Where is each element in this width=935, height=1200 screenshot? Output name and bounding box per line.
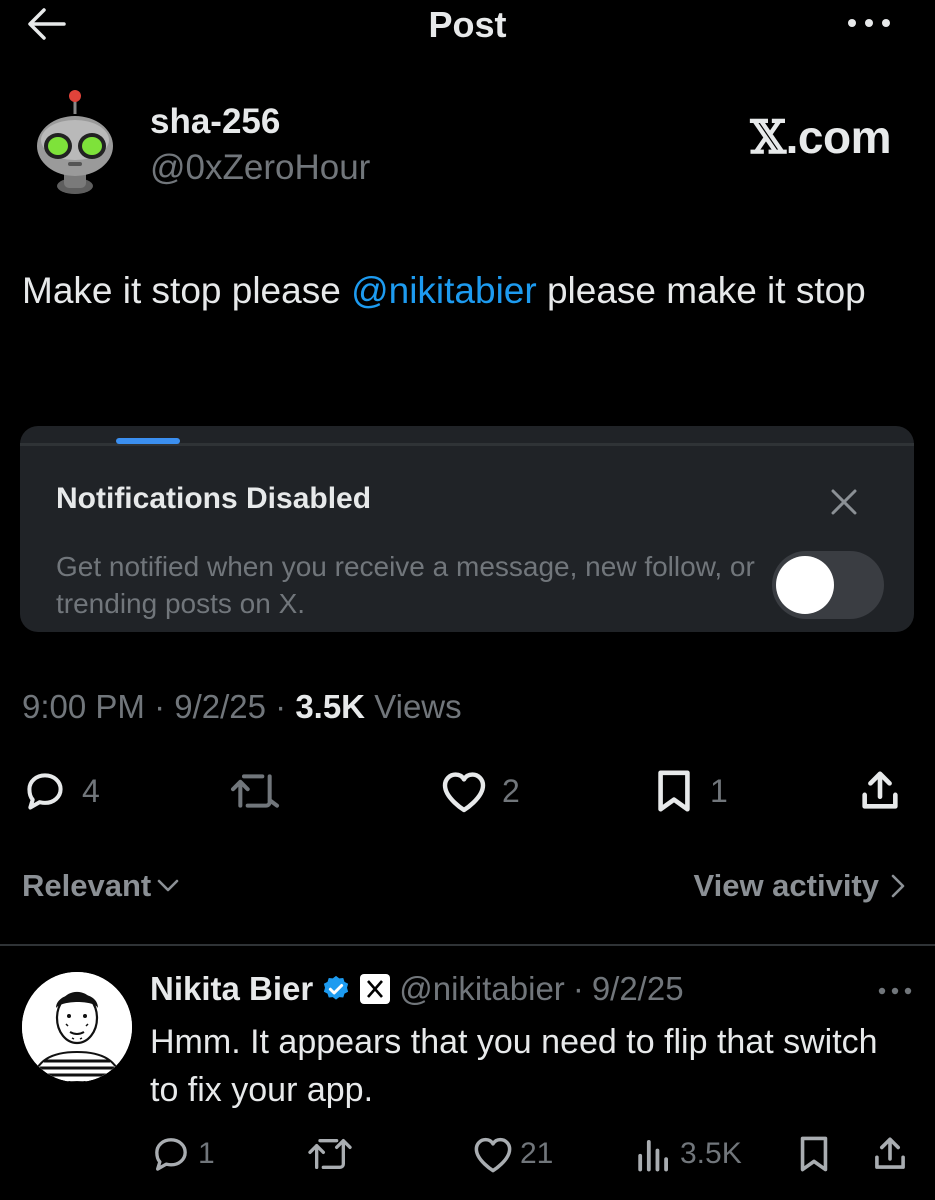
reply-author-handle[interactable]: @nikitabier	[399, 970, 565, 1008]
reply-text: Hmm. It appears that you need to flip th…	[150, 1023, 878, 1109]
notification-body: Get notified when you receive a message,…	[56, 551, 755, 619]
more-icon	[848, 19, 890, 27]
chevron-down-icon	[157, 879, 179, 892]
reply-like-button[interactable]: 21	[472, 1132, 553, 1176]
close-icon	[831, 489, 857, 515]
retweet-icon	[230, 774, 280, 808]
robot-avatar	[37, 90, 113, 194]
section-divider	[0, 944, 935, 946]
xcom-watermark: 𝕏.com	[750, 110, 891, 164]
card-indicator	[116, 438, 180, 444]
post-meta: 9:00 PM · 9/2/25 · 3.5K Views	[22, 688, 462, 725]
like-icon	[442, 772, 486, 813]
bookmark-icon	[800, 1136, 828, 1172]
views-label: Views	[365, 688, 462, 725]
author-avatar[interactable]	[30, 88, 120, 198]
reply-button[interactable]: 4	[22, 766, 100, 816]
view-activity-link[interactable]: View activity	[693, 868, 905, 904]
x-logo-icon	[360, 974, 391, 1004]
sketch-portrait-avatar	[22, 972, 132, 1082]
like-count: 2	[502, 772, 520, 809]
retweet-icon	[308, 1139, 352, 1169]
reply-share-button[interactable]	[872, 1132, 908, 1176]
back-button[interactable]	[20, 2, 72, 46]
reply-reply-button[interactable]: 1	[150, 1132, 215, 1176]
like-icon	[474, 1137, 512, 1173]
reply-icon	[27, 773, 63, 810]
views-count: 3.5K	[295, 688, 366, 725]
reply-like-count: 21	[520, 1137, 554, 1170]
like-button[interactable]: 2	[440, 766, 520, 816]
mention-link[interactable]: @nikitabier	[351, 270, 537, 311]
post-date: 9/2/25	[174, 688, 266, 725]
share-button[interactable]	[858, 766, 902, 816]
chevron-right-icon	[891, 874, 905, 898]
bookmark-button[interactable]: 1	[652, 766, 728, 816]
share-icon	[875, 1137, 905, 1169]
retweet-button[interactable]	[228, 766, 282, 816]
notification-title: Notifications Disabled	[56, 482, 372, 515]
back-arrow-icon	[28, 8, 66, 40]
close-button[interactable]	[822, 482, 866, 522]
reply-header: Nikita Bier @nikitabier · 9/2/25	[150, 970, 684, 1008]
reply-avatar[interactable]	[22, 972, 132, 1082]
post-text: Make it stop please @nikitabier please m…	[22, 270, 866, 311]
view-activity-label: View activity	[693, 868, 879, 903]
reply-views-count: 3.5K	[680, 1137, 742, 1170]
reply-retweet-button[interactable]	[306, 1132, 354, 1176]
toggle-knob[interactable]	[776, 556, 834, 614]
reply-count: 4	[82, 772, 100, 809]
author-handle[interactable]: @0xZeroHour	[150, 148, 370, 188]
more-icon	[878, 987, 912, 995]
sort-replies-dropdown[interactable]: Relevant	[22, 868, 179, 904]
verified-badge-icon	[324, 975, 349, 1000]
bookmark-icon	[658, 770, 690, 812]
reply-date: 9/2/25	[591, 970, 684, 1007]
post-time: 9:00 PM	[22, 688, 145, 725]
reply-more-button[interactable]	[875, 976, 915, 1006]
sort-label: Relevant	[22, 868, 152, 903]
reply-icon	[155, 1138, 187, 1171]
more-options-button[interactable]	[843, 8, 895, 38]
reply-reply-count: 1	[198, 1137, 215, 1170]
bookmark-count: 1	[710, 772, 728, 809]
share-icon	[862, 771, 898, 809]
views-icon	[638, 1140, 668, 1172]
author-name[interactable]: sha-256	[150, 102, 280, 142]
page-title: Post	[428, 4, 507, 45]
reply-bookmark-button[interactable]	[796, 1132, 832, 1176]
reply-views-button[interactable]: 3.5K	[634, 1132, 742, 1176]
reply-author-name[interactable]: Nikita Bier	[150, 970, 313, 1008]
